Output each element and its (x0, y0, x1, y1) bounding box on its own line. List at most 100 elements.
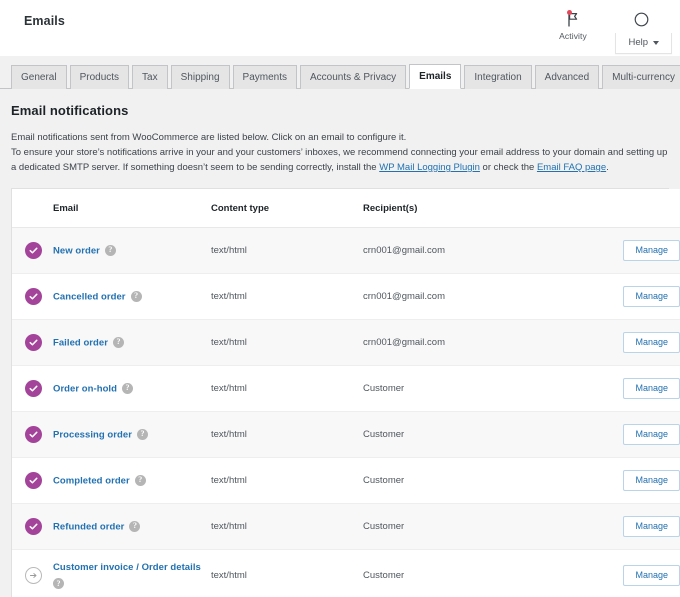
email-link[interactable]: Cancelled order (53, 291, 126, 302)
manage-button[interactable]: Manage (623, 565, 680, 586)
tab-accounts-privacy[interactable]: Accounts & Privacy (300, 65, 406, 89)
email-link[interactable]: Refunded order (53, 521, 124, 532)
description-block: Email notifications sent from WooCommerc… (11, 130, 669, 175)
tab-general[interactable]: General (11, 65, 67, 89)
description-line-1: Email notifications sent from WooCommerc… (11, 130, 669, 145)
content-type-cell: text/html (211, 412, 363, 458)
status-cell (12, 274, 53, 320)
column-header-content-type[interactable]: Content type (211, 189, 363, 228)
content-type-cell: text/html (211, 320, 363, 366)
help-tip-icon[interactable]: ? (131, 291, 142, 302)
email-link[interactable]: Order on-hold (53, 383, 117, 394)
recipients-cell: crn001@gmail.com (363, 320, 608, 366)
top-bar: Emails Activity Finish setup Help (0, 0, 680, 56)
email-link[interactable]: Customer invoice / Order details (53, 562, 201, 573)
table-row[interactable]: Refunded order?text/htmlCustomerManage (12, 504, 680, 550)
column-header-recipients[interactable]: Recipient(s) (363, 189, 608, 228)
tab-shipping[interactable]: Shipping (171, 65, 230, 89)
tab-tax[interactable]: Tax (132, 65, 168, 89)
help-tip-icon[interactable]: ? (105, 245, 116, 256)
table-row[interactable]: Processing order?text/htmlCustomerManage (12, 412, 680, 458)
table-row[interactable]: Customer invoice / Order details?text/ht… (12, 550, 680, 597)
table-head: Email Content type Recipient(s) (12, 189, 680, 228)
table-row[interactable]: Cancelled order?text/htmlcrn001@gmail.co… (12, 274, 680, 320)
email-cell: Failed order? (53, 320, 211, 366)
content-type-cell: text/html (211, 228, 363, 274)
manage-button[interactable]: Manage (623, 332, 680, 353)
email-link[interactable]: New order (53, 245, 100, 256)
status-cell (12, 320, 53, 366)
status-enabled-icon[interactable] (25, 518, 42, 535)
email-notifications-table: Email Content type Recipient(s) New orde… (12, 189, 680, 597)
email-cell: Completed order? (53, 458, 211, 504)
status-enabled-icon[interactable] (25, 380, 42, 397)
tab-multi-currency[interactable]: Multi-currency (602, 65, 680, 89)
wp-mail-logging-plugin-link[interactable]: WP Mail Logging Plugin (379, 162, 480, 173)
table-row[interactable]: New order?text/htmlcrn001@gmail.comManag… (12, 228, 680, 274)
page-title: Email notifications (11, 103, 669, 118)
tab-integration[interactable]: Integration (464, 65, 531, 89)
recipients-cell: Customer (363, 366, 608, 412)
page-header-title: Emails (0, 0, 65, 28)
settings-tabs: General Products Tax Shipping Payments A… (0, 56, 680, 89)
status-enabled-icon[interactable] (25, 426, 42, 443)
table-header-row: Email Content type Recipient(s) (12, 189, 680, 228)
email-cell: Cancelled order? (53, 274, 211, 320)
help-tip-icon[interactable]: ? (129, 521, 140, 532)
tab-advanced[interactable]: Advanced (535, 65, 599, 89)
status-cell (12, 228, 53, 274)
content-type-cell: text/html (211, 550, 363, 597)
action-cell: Manage (608, 320, 680, 366)
status-cell (12, 412, 53, 458)
help-tip-icon[interactable]: ? (137, 429, 148, 440)
email-cell: Processing order? (53, 412, 211, 458)
action-cell: Manage (608, 550, 680, 597)
tab-payments[interactable]: Payments (233, 65, 297, 89)
help-tip-icon[interactable]: ? (53, 578, 64, 589)
manage-button[interactable]: Manage (623, 424, 680, 445)
recipients-cell: Customer (363, 504, 608, 550)
email-cell: Customer invoice / Order details? (53, 550, 211, 597)
action-cell: Manage (608, 274, 680, 320)
content-type-cell: text/html (211, 366, 363, 412)
manage-button[interactable]: Manage (623, 378, 680, 399)
content-type-cell: text/html (211, 458, 363, 504)
email-link[interactable]: Completed order (53, 475, 130, 486)
status-enabled-icon[interactable] (25, 472, 42, 489)
help-tip-icon[interactable]: ? (135, 475, 146, 486)
status-enabled-icon[interactable] (25, 288, 42, 305)
table-body: New order?text/htmlcrn001@gmail.comManag… (12, 228, 680, 597)
recipients-cell: crn001@gmail.com (363, 228, 608, 274)
activity-button[interactable]: Activity (542, 6, 604, 41)
column-header-email[interactable]: Email (53, 189, 211, 228)
caret-down-icon (653, 41, 659, 45)
status-enabled-icon[interactable] (25, 242, 42, 259)
tab-products[interactable]: Products (70, 65, 129, 89)
table-row[interactable]: Order on-hold? text/htmlCustomer Manage (12, 366, 680, 412)
recipients-cell: Customer (363, 550, 608, 597)
main-content: Email notifications Email notifications … (0, 89, 680, 597)
status-cell (12, 504, 53, 550)
manage-button[interactable]: Manage (623, 286, 680, 307)
help-tip-icon[interactable]: ? (122, 383, 133, 394)
activity-label: Activity (559, 31, 587, 41)
action-cell: Manage (608, 458, 680, 504)
tab-emails[interactable]: Emails (409, 64, 461, 89)
email-cell: New order? (53, 228, 211, 274)
email-link[interactable]: Processing order (53, 429, 132, 440)
email-faq-page-link[interactable]: Email FAQ page (537, 162, 606, 173)
help-dropdown-button[interactable]: Help (615, 33, 672, 54)
help-tip-icon[interactable]: ? (113, 337, 124, 348)
table-row[interactable]: Completed order?text/htmlCustomerManage (12, 458, 680, 504)
status-manual-send-icon[interactable] (25, 567, 42, 584)
manage-button[interactable]: Manage (623, 240, 680, 261)
manage-button[interactable]: Manage (623, 470, 680, 491)
content-type-cell: text/html (211, 274, 363, 320)
action-cell: Manage (608, 366, 680, 412)
help-label: Help (628, 37, 648, 48)
table-row[interactable]: Failed order?text/htmlcrn001@gmail.comMa… (12, 320, 680, 366)
email-notifications-table-card: Email Content type Recipient(s) New orde… (11, 188, 669, 597)
status-enabled-icon[interactable] (25, 334, 42, 351)
manage-button[interactable]: Manage (623, 516, 680, 537)
email-link[interactable]: Failed order (53, 337, 108, 348)
